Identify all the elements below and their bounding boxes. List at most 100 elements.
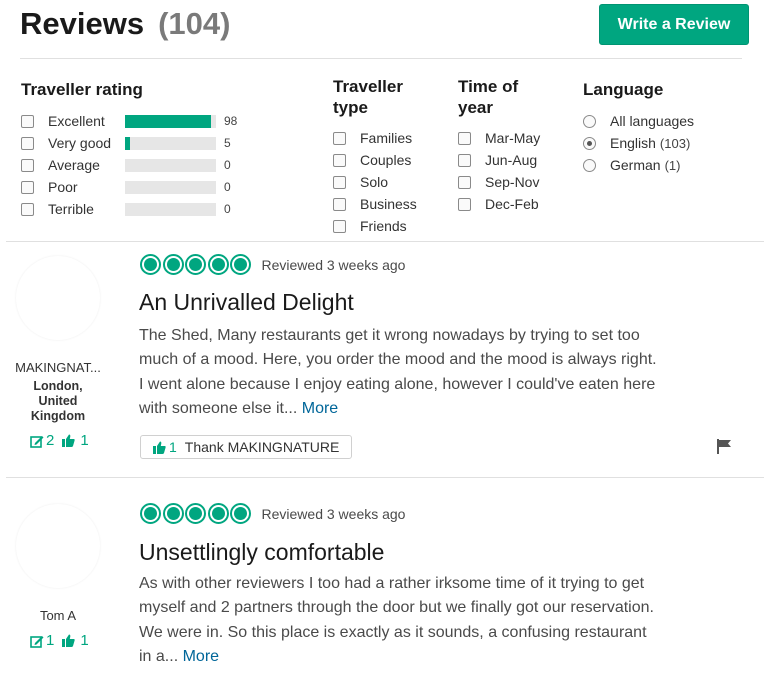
language-label: English <box>610 135 656 151</box>
bubble-rating: Reviewed 3 weeks ago <box>140 503 405 524</box>
checkbox[interactable] <box>333 175 346 189</box>
type-row-solo[interactable]: Solo <box>333 171 417 193</box>
more-link[interactable]: More <box>302 400 338 417</box>
title-line: year <box>458 98 493 117</box>
helpful-votes-count: 1 <box>80 632 89 649</box>
body-line: The Shed, Many restaurants get it wrong … <box>139 327 640 344</box>
rating-label: Very good <box>48 135 112 151</box>
time-label: Sep-Nov <box>485 174 540 190</box>
review-title[interactable]: Unsettlingly comfortable <box>139 539 384 566</box>
rating-bar-fill <box>125 114 212 128</box>
flag-icon[interactable] <box>716 438 732 454</box>
rating-label: Excellent <box>48 113 105 129</box>
type-label: Couples <box>360 152 412 168</box>
review-title[interactable]: An Unrivalled Delight <box>139 289 354 316</box>
location-line: Kingdom <box>30 409 86 423</box>
divider <box>6 477 764 478</box>
time-row-dec-feb[interactable]: Dec-Feb <box>458 193 540 215</box>
checkbox[interactable] <box>333 131 346 145</box>
type-row-couples[interactable]: Couples <box>333 149 417 171</box>
time-label: Dec-Feb <box>485 196 539 212</box>
time-row-mar-may[interactable]: Mar-May <box>458 127 540 149</box>
rating-bubble <box>162 254 184 275</box>
divider <box>6 241 764 242</box>
rating-bar <box>125 136 216 150</box>
rating-count: 5 <box>224 136 231 150</box>
radio-button[interactable] <box>583 136 596 150</box>
rating-label: Terrible <box>48 201 94 217</box>
helpful-votes-count: 1 <box>80 432 89 449</box>
more-link[interactable]: More <box>183 648 219 665</box>
checkbox[interactable] <box>21 136 34 150</box>
checkbox[interactable] <box>333 197 346 211</box>
contributions-count: 2 <box>46 432 55 449</box>
time-of-year-title: Time of year <box>458 76 540 118</box>
rating-bubble <box>140 254 161 275</box>
checkbox[interactable] <box>333 153 346 167</box>
language-filter: Language All languages English (103) Germ… <box>583 76 694 176</box>
review-date: Reviewed 3 weeks ago <box>261 256 406 273</box>
rating-bar <box>125 180 216 194</box>
contributions-count: 1 <box>46 632 55 649</box>
body-text: with someone else it... <box>139 399 298 417</box>
reviews-title: Reviews <box>20 6 145 41</box>
radio-button[interactable] <box>583 114 596 128</box>
language-row-all[interactable]: All languages <box>583 110 694 132</box>
type-row-business[interactable]: Business <box>333 193 417 215</box>
type-row-friends[interactable]: Friends <box>333 215 417 237</box>
checkbox[interactable] <box>458 153 471 167</box>
write-review-button[interactable]: Write a Review <box>599 4 749 45</box>
time-row-jun-aug[interactable]: Jun-Aug <box>458 149 540 171</box>
time-label: Mar-May <box>485 130 541 146</box>
time-label: Jun-Aug <box>485 152 538 168</box>
edit-icon <box>30 635 44 648</box>
type-label: Friends <box>360 218 407 234</box>
rating-bar <box>125 114 216 128</box>
checkbox[interactable] <box>458 131 471 145</box>
rating-row-terrible[interactable]: Terrible 0 <box>21 198 237 220</box>
time-row-sep-nov[interactable]: Sep-Nov <box>458 171 540 193</box>
radio-button[interactable] <box>583 158 596 172</box>
checkbox[interactable] <box>458 175 471 189</box>
thumbs-up-icon <box>153 441 166 454</box>
location-line: London, <box>33 379 83 393</box>
checkbox[interactable] <box>21 180 34 194</box>
reviewer-name[interactable]: MAKINGNAT... <box>0 360 116 375</box>
avatar[interactable] <box>16 504 100 588</box>
title-line: Time of <box>458 77 519 96</box>
checkbox[interactable] <box>21 114 34 128</box>
language-row-english[interactable]: English (103) <box>583 132 694 154</box>
rating-row-poor[interactable]: Poor 0 <box>21 176 237 198</box>
traveller-type-title: Traveller type <box>333 76 417 118</box>
type-row-families[interactable]: Families <box>333 127 417 149</box>
avatar[interactable] <box>16 256 100 340</box>
language-row-german[interactable]: German (1) <box>583 154 694 176</box>
rating-bubble <box>185 503 206 524</box>
type-label: Business <box>360 196 417 212</box>
rating-row-average[interactable]: Average 0 <box>21 154 237 176</box>
rating-label: Average <box>48 157 100 173</box>
page-title: Reviews (104) <box>20 6 230 42</box>
language-label: All languages <box>610 113 695 129</box>
body-line: As with other reviewers I too had a rath… <box>139 575 645 592</box>
rating-row-very-good[interactable]: Very good 5 <box>21 132 237 154</box>
rating-bar-fill <box>125 136 130 150</box>
rating-bubble <box>230 254 251 275</box>
reviewer-name[interactable]: Tom A <box>0 608 116 623</box>
checkbox[interactable] <box>21 202 34 216</box>
rating-label: Poor <box>48 179 78 195</box>
review-body: The Shed, Many restaurants get it wrong … <box>139 324 699 421</box>
review-body: As with other reviewers I too had a rath… <box>139 572 699 669</box>
rating-count: 0 <box>224 180 231 194</box>
checkbox[interactable] <box>458 197 471 211</box>
thank-button[interactable]: 1 Thank MAKINGNATURE <box>140 435 353 459</box>
body-line: in a... More <box>139 645 699 669</box>
time-of-year-filter: Time of year Mar-May Jun-Aug Sep-Nov Dec… <box>458 76 540 215</box>
traveller-rating-filter: Traveller rating Excellent 98 Very good … <box>21 76 237 220</box>
checkbox[interactable] <box>333 219 346 233</box>
bubble-rating: Reviewed 3 weeks ago <box>140 254 405 275</box>
checkbox[interactable] <box>21 158 34 172</box>
rating-row-excellent[interactable]: Excellent 98 <box>21 110 237 132</box>
body-line: much of a mood. Here, you order the mood… <box>139 351 657 369</box>
rating-bubble <box>207 254 229 275</box>
